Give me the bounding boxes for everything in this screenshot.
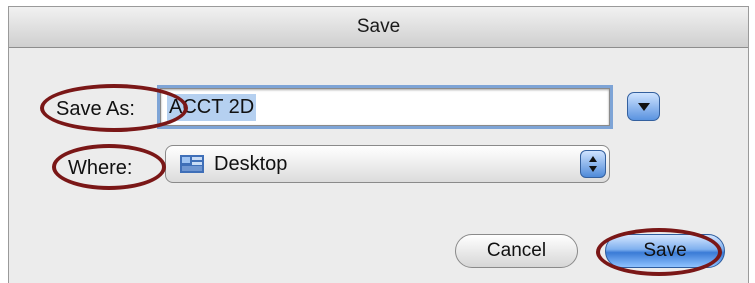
dialog-title: Save (356, 16, 401, 37)
title-bar: Save (9, 7, 748, 48)
save-as-label: Save As: (56, 98, 135, 120)
up-down-arrows-icon (580, 150, 606, 178)
file-name-field[interactable]: ACCT 2D (160, 88, 610, 126)
expand-dialog-button[interactable] (627, 92, 660, 121)
desktop-folder-icon (180, 155, 204, 173)
chevron-down-icon (637, 102, 650, 111)
where-label: Where: (68, 157, 133, 179)
file-name-value: ACCT 2D (167, 93, 257, 121)
where-popup-button[interactable]: Desktop (165, 145, 610, 183)
save-button[interactable]: Save (605, 234, 725, 268)
screenshot: Save Save As: ACCT 2D Where: Desktop Can… (0, 0, 755, 283)
cancel-button[interactable]: Cancel (455, 234, 578, 268)
where-value: Desktop (214, 152, 288, 175)
